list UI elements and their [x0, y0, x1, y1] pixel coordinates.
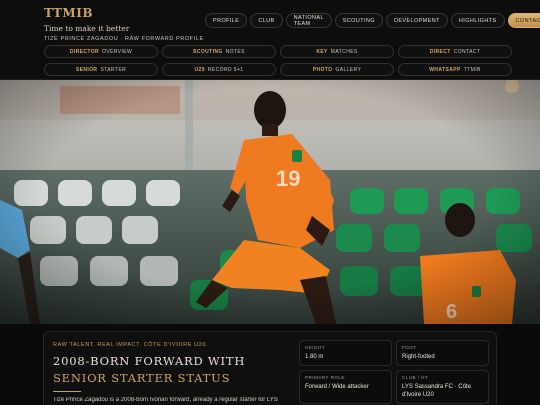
quick-rest: Overview: [102, 48, 133, 55]
quick-links: Director Overview Scouting Notes Key Matche…: [44, 45, 512, 76]
fact-value: 1.80 m: [305, 354, 324, 360]
fact-value: Right-footed: [402, 354, 435, 360]
brand-tagline: Time to make it better: [44, 24, 130, 33]
quick-scouting-notes[interactable]: Scouting Notes: [162, 45, 276, 58]
quick-rest: Contact: [453, 48, 481, 55]
quick-key: U20: [194, 66, 205, 73]
facts-grid: Height 1.80 m Foot Right-footed Primary …: [299, 340, 489, 404]
brand-block: TTMIB Time to make it better Tizé Prince…: [44, 6, 204, 42]
nav-club[interactable]: Club: [250, 13, 283, 28]
hero-illustration: 19 6: [0, 80, 540, 324]
nav-national-team[interactable]: National Team: [285, 13, 332, 28]
fact-label: Foot: [402, 345, 417, 350]
fact-primary-role: Primary role Forward / Wide attacker: [299, 370, 392, 404]
gold-divider: [53, 391, 81, 392]
fact-foot: Foot Right-footed: [396, 340, 489, 366]
intro-section: Raw talent. Real impact. Côte d'Ivoire U…: [0, 324, 540, 405]
intro-headline: 2008-born forward with senior starter st…: [53, 353, 288, 387]
quick-key: WhatsApp: [429, 66, 461, 73]
fact-value: Forward / Wide attacker: [305, 384, 369, 390]
brand-subtitle: Tizé Prince Zagadou · Raw forward profil…: [44, 36, 204, 42]
quick-direct-contact[interactable]: Direct Contact: [398, 45, 512, 58]
brand-logo-text[interactable]: TTMIB: [44, 6, 204, 20]
quick-key: Scouting: [193, 48, 223, 55]
quick-rest: Notes: [225, 48, 245, 55]
nav-highlights[interactable]: Highlights: [450, 13, 505, 28]
main-nav: Profile Club National Team Scouting Deve…: [205, 13, 540, 28]
quick-key: Direct: [429, 48, 451, 55]
quick-rest: Gallery: [335, 66, 362, 73]
site-header: TTMIB Time to make it better Tizé Prince…: [0, 0, 540, 80]
intro-kicker: Raw talent. Real impact. Côte d'Ivoire U…: [53, 342, 209, 348]
quick-rest: Matches: [330, 48, 358, 55]
nav-scouting[interactable]: Scouting: [334, 13, 383, 28]
quick-whatsapp[interactable]: WhatsApp TTMIB: [398, 63, 512, 76]
quick-key: Photo: [312, 66, 333, 73]
quick-key: Key: [316, 48, 328, 55]
hero-photo: 19 6: [0, 80, 540, 324]
intro-card: Raw talent. Real impact. Côte d'Ivoire U…: [43, 331, 497, 405]
quick-senior-starter[interactable]: Senior Starter: [44, 63, 158, 76]
quick-rest: TTMIB: [463, 66, 481, 73]
quick-photo-gallery[interactable]: Photo Gallery: [280, 63, 394, 76]
quick-director-overview[interactable]: Director Overview: [44, 45, 158, 58]
headline-line-2: senior starter status: [53, 371, 231, 385]
fact-label: Height: [305, 345, 326, 350]
fact-value: LYS Sassandra FC · Côte d'Ivoire U20: [402, 384, 471, 398]
fact-height: Height 1.80 m: [299, 340, 392, 366]
quick-rest: Starter: [100, 66, 127, 73]
fact-label: Club / NT: [402, 375, 429, 380]
quick-key: Senior: [75, 66, 98, 73]
fact-label: Primary role: [305, 375, 345, 380]
quick-rest: Record 5+1: [207, 66, 244, 73]
nav-development[interactable]: Development: [385, 13, 448, 28]
fact-club-nt: Club / NT LYS Sassandra FC · Côte d'Ivoi…: [396, 370, 489, 404]
quick-key-matches[interactable]: Key Matches: [280, 45, 394, 58]
nav-profile[interactable]: Profile: [205, 13, 248, 28]
quick-u20-record[interactable]: U20 Record 5+1: [162, 63, 276, 76]
nav-contact[interactable]: Contact: [507, 13, 540, 28]
headline-line-1: 2008-born forward with: [53, 354, 246, 368]
intro-text: Tizé Prince Zagadou is a 2008-born Ivori…: [53, 397, 278, 403]
quick-key: Director: [69, 48, 100, 55]
